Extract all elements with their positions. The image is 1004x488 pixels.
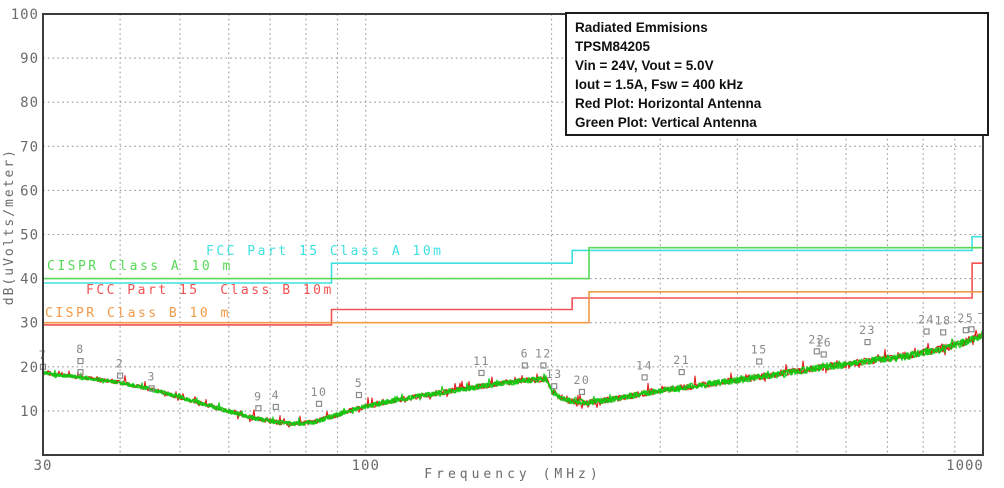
peak-marker-square [118, 373, 123, 378]
trace-horizontal-antenna-pass1 [43, 332, 983, 427]
legend-red-plot: Red Plot: Horizontal Antenna [575, 94, 987, 113]
peak-marker-number: 9 [254, 389, 262, 403]
peak-marker-square [963, 328, 968, 333]
peak-marker-number: 16 [815, 335, 832, 349]
peak-marker-number: 23 [859, 323, 876, 337]
y-tick-label: 100 [11, 7, 39, 23]
peak-marker-square [941, 330, 946, 335]
peak-markers: 782394105116121320142115221623241825→ [39, 305, 986, 410]
peak-marker-number: 14 [636, 358, 653, 372]
y-tick-label: 70 [20, 139, 39, 155]
peak-marker-number: 20 [574, 373, 591, 387]
y-tick-label: 80 [20, 95, 39, 111]
peak-marker-number: 13 [546, 367, 563, 381]
y-tick-label: 50 [20, 228, 39, 244]
limit-label-fcc-class-a: FCC Part 15 Class A 10m [206, 244, 444, 259]
peak-marker-square [317, 401, 322, 406]
peak-marker-number: 11 [473, 354, 490, 368]
legend-iout-fsw: Iout = 1.5A, Fsw = 400 kHz [575, 75, 987, 94]
peak-marker-number: 21 [673, 353, 690, 367]
peak-marker-number: 5 [355, 376, 363, 390]
legend-title: Radiated Emmisions [575, 18, 987, 37]
peak-marker-number: 6 [521, 346, 529, 360]
peak-marker-square [757, 359, 762, 364]
peak-marker-number: 2 [116, 357, 124, 371]
x-axis-title: Frequency (MHz) [43, 467, 983, 482]
legend-vin-vout: Vin = 24V, Vout = 5.0V [575, 56, 987, 75]
legend-box: Radiated Emmisions TPSM84205 Vin = 24V, … [565, 12, 989, 136]
radiated-emissions-chart: 782394105116121320142115221623241825→100… [0, 0, 1004, 488]
legend-device: TPSM84205 [575, 37, 987, 56]
peak-marker-square [969, 327, 974, 332]
peak-marker-square [356, 393, 361, 398]
peak-marker-number: 24 [918, 313, 935, 327]
traces [43, 330, 983, 427]
trace-vertical-antenna-pass0 [43, 331, 983, 426]
peak-marker-square [273, 404, 278, 409]
peak-marker-square [865, 340, 870, 345]
peak-marker-number: → [977, 305, 985, 319]
limit-label-cispr-class-b: CISPR Class B 10 m [45, 306, 231, 321]
peak-marker-number: 10 [311, 385, 328, 399]
peak-marker-number: 4 [272, 388, 280, 402]
legend-green-plot: Green Plot: Vertical Antenna [575, 113, 987, 132]
peak-marker-square [552, 384, 557, 389]
peak-marker-square [579, 389, 584, 394]
limit-label-cispr-class-a: CISPR Class A 10 m [47, 259, 233, 274]
y-tick-label: 90 [20, 51, 39, 67]
peak-marker-square [924, 329, 929, 334]
peak-marker-number: 18 [935, 313, 952, 327]
peak-marker-square [814, 349, 819, 354]
peak-marker-square [642, 375, 647, 380]
trace-vertical-antenna-pass1 [43, 332, 983, 426]
peak-marker-number: 3 [147, 369, 155, 383]
peak-marker-number: 15 [751, 343, 768, 357]
y-tick-label: 10 [20, 404, 39, 420]
peak-marker-square [679, 370, 684, 375]
y-tick-label: 60 [20, 183, 39, 199]
trace-vertical-antenna-pass2 [43, 334, 983, 426]
peak-marker-square [256, 406, 261, 411]
peak-marker-number: 8 [76, 342, 84, 356]
peak-marker-square [821, 352, 826, 357]
y-tick-label: 40 [20, 272, 39, 288]
y-tick-label: 20 [20, 360, 39, 376]
y-axis-title: dB(uVolts/meter) [2, 148, 17, 305]
trace-horizontal-antenna-pass0 [43, 330, 983, 425]
peak-marker-number: 25 [957, 311, 974, 325]
peak-marker-number: 12 [535, 346, 552, 360]
y-tick-label: 30 [20, 316, 39, 332]
peak-marker-square [78, 359, 83, 364]
peak-marker-square [479, 370, 484, 375]
limit-label-fcc-class-b: FCC Part 15 Class B 10m [86, 283, 334, 298]
